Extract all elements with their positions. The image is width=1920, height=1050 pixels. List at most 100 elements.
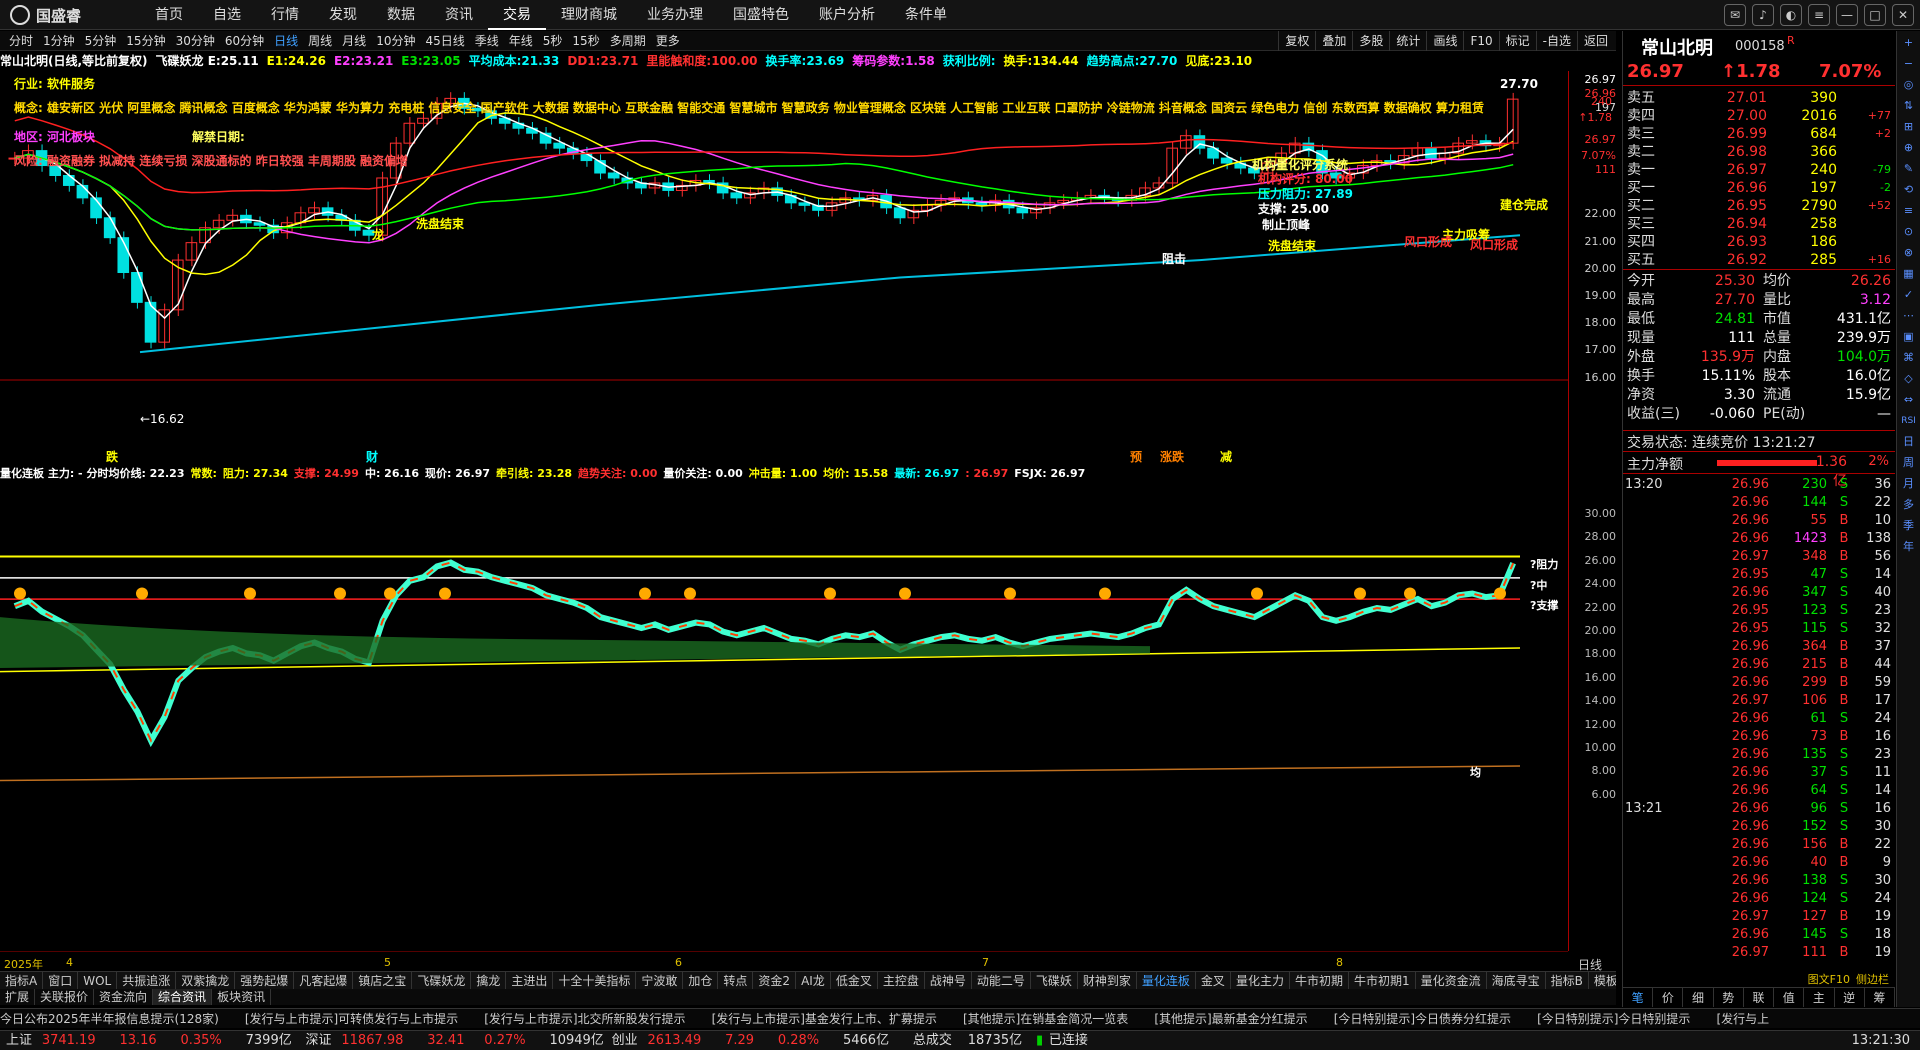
news-item-5[interactable]: [其他提示]最新基金分红提示 xyxy=(1154,1012,1307,1026)
period-tab-5[interactable]: 60分钟 xyxy=(220,31,269,51)
orderbook-row[interactable]: 买二 26.95 2790 +52 xyxy=(1627,197,1891,215)
news-item-4[interactable]: [其他提示]在销基金简况一览表 xyxy=(963,1012,1128,1026)
sh-index-name[interactable]: 上证 xyxy=(6,1033,32,1048)
message-icon[interactable]: ✉ xyxy=(1724,4,1746,26)
period-tab-3[interactable]: 15分钟 xyxy=(121,31,170,51)
tool-button-2[interactable]: 多股 xyxy=(1352,31,1389,51)
indicator-tab-18[interactable]: 主控盘 xyxy=(878,972,925,989)
indicator-tab-19[interactable]: 战神号 xyxy=(925,972,972,989)
panel-tab-6[interactable]: 主 xyxy=(1804,988,1835,1007)
indicator-tab-27[interactable]: 牛市初期1 xyxy=(1349,972,1416,989)
minimize-icon[interactable]: — xyxy=(1836,4,1858,26)
orderbook-row[interactable]: 买三 26.94 258 xyxy=(1627,215,1891,233)
side-tool-icon-9[interactable]: ⊙ xyxy=(1900,223,1918,241)
side-tool-icon-2[interactable]: ◎ xyxy=(1900,76,1918,94)
menu-item-9[interactable]: 国盛特色 xyxy=(718,0,804,30)
panel-tab-1[interactable]: 价 xyxy=(1653,988,1684,1007)
period-tab-16[interactable]: 更多 xyxy=(651,31,685,51)
indicator-tab-31[interactable]: 模板 xyxy=(1589,972,1616,989)
orderbook-row[interactable]: 卖四 27.00 2016 +77 xyxy=(1627,107,1891,125)
indicator-tab-30[interactable]: 指标B xyxy=(1546,972,1589,989)
period-tab-14[interactable]: 15秒 xyxy=(567,31,604,51)
tool-button-0[interactable]: 复权 xyxy=(1278,31,1315,51)
side-tool-icon-5[interactable]: ⊕ xyxy=(1900,139,1918,157)
orderbook-row[interactable]: 卖三 26.99 684 +2 xyxy=(1627,125,1891,143)
side-label-0[interactable]: RSI xyxy=(1900,412,1918,430)
side-period-2[interactable]: 月 xyxy=(1900,475,1918,493)
orderbook-row[interactable]: 买一 26.96 197 -2 xyxy=(1627,179,1891,197)
menu-item-0[interactable]: 首页 xyxy=(140,0,198,30)
indicator-tab-11[interactable]: 十全十美指标 xyxy=(553,972,637,989)
period-tab-10[interactable]: 45日线 xyxy=(420,31,469,51)
indicator-tab-29[interactable]: 海底寻宝 xyxy=(1487,972,1546,989)
side-tool-icon-7[interactable]: ⟲ xyxy=(1900,181,1918,199)
period-tab-4[interactable]: 30分钟 xyxy=(171,31,220,51)
news-item-8[interactable]: [发行与上 xyxy=(1716,1012,1769,1026)
orderbook-row[interactable]: 卖五 27.01 390 xyxy=(1627,89,1891,107)
indicator-tab-0[interactable]: 指标A xyxy=(0,972,44,989)
panel-tab-4[interactable]: 联 xyxy=(1744,988,1775,1007)
bottom-tab-3[interactable]: 综合资讯 xyxy=(153,989,213,1005)
side-tool-icon-0[interactable]: + xyxy=(1900,34,1918,52)
menu-item-7[interactable]: 理财商城 xyxy=(546,0,632,30)
indicator-tab-14[interactable]: 转点 xyxy=(718,972,754,989)
indicator-tab-25[interactable]: 量化主力 xyxy=(1231,972,1290,989)
bottom-tab-4[interactable]: 板块资讯 xyxy=(212,989,272,1005)
orderbook-row[interactable]: 卖二 26.98 366 xyxy=(1627,143,1891,161)
period-tab-2[interactable]: 5分钟 xyxy=(80,31,122,51)
panel-tab-5[interactable]: 值 xyxy=(1774,988,1805,1007)
bottom-tab-2[interactable]: 资金流向 xyxy=(94,989,154,1005)
indicator-tab-16[interactable]: AI龙 xyxy=(796,972,831,989)
indicator-tab-21[interactable]: 飞碟妖 xyxy=(1031,972,1078,989)
menu-item-10[interactable]: 账户分析 xyxy=(804,0,890,30)
side-tool-icon-3[interactable]: ⇅ xyxy=(1900,97,1918,115)
indicator-tab-17[interactable]: 低金叉 xyxy=(831,972,878,989)
indicator-tab-4[interactable]: 双紫擒龙 xyxy=(176,972,236,989)
menu-item-11[interactable]: 条件单 xyxy=(890,0,962,30)
indicator-tab-2[interactable]: WOL xyxy=(78,972,118,989)
tool-button-7[interactable]: -自选 xyxy=(1535,31,1577,51)
side-period-0[interactable]: 日 xyxy=(1900,433,1918,451)
maximize-icon[interactable]: □ xyxy=(1864,4,1886,26)
side-period-5[interactable]: 年 xyxy=(1900,538,1918,556)
side-tool-icon-16[interactable]: ◇ xyxy=(1900,370,1918,388)
indicator-tab-10[interactable]: 主进出 xyxy=(506,972,554,989)
side-tool-icon-13[interactable]: ⋯ xyxy=(1900,307,1918,325)
period-tab-13[interactable]: 5秒 xyxy=(538,31,568,51)
indicator-tab-22[interactable]: 财神到家 xyxy=(1078,972,1137,989)
period-tab-6[interactable]: 日线 xyxy=(269,31,303,51)
menu-item-1[interactable]: 自选 xyxy=(198,0,256,30)
panel-tab-3[interactable]: 势 xyxy=(1714,988,1744,1007)
skin-icon[interactable]: ◐ xyxy=(1780,4,1802,26)
menu-item-5[interactable]: 资讯 xyxy=(430,0,488,30)
indicator-tab-26[interactable]: 牛市初期 xyxy=(1290,972,1349,989)
tab-sidebar[interactable]: 侧边栏 xyxy=(1856,971,1889,987)
period-tab-0[interactable]: 分时 xyxy=(4,31,38,51)
side-period-3[interactable]: 多 xyxy=(1900,496,1918,514)
orderbook-row[interactable]: 买四 26.93 186 xyxy=(1627,233,1891,251)
panel-tab-0[interactable]: 笔 xyxy=(1623,988,1654,1007)
menu-item-2[interactable]: 行情 xyxy=(256,0,314,30)
indicator-tab-8[interactable]: 飞碟妖龙 xyxy=(412,972,472,989)
news-item-0[interactable]: 今日公布2025年半年报信息提示(128家) xyxy=(0,1012,219,1026)
period-tab-7[interactable]: 周线 xyxy=(303,31,337,51)
side-tool-icon-1[interactable]: − xyxy=(1900,55,1918,73)
menu-item-8[interactable]: 业务办理 xyxy=(632,0,718,30)
close-icon[interactable]: ✕ xyxy=(1892,4,1914,26)
side-tool-icon-12[interactable]: ✓ xyxy=(1900,286,1918,304)
side-tool-icon-6[interactable]: ✎ xyxy=(1900,160,1918,178)
kline-chart[interactable] xyxy=(0,72,1568,952)
tool-button-1[interactable]: 叠加 xyxy=(1315,31,1352,51)
period-tab-8[interactable]: 月线 xyxy=(337,31,371,51)
menu-item-6[interactable]: 交易 xyxy=(488,0,546,30)
side-period-1[interactable]: 周 xyxy=(1900,454,1918,472)
bottom-tab-1[interactable]: 关联报价 xyxy=(35,989,95,1005)
side-tool-icon-4[interactable]: ⊞ xyxy=(1900,118,1918,136)
indicator-tab-5[interactable]: 强势起爆 xyxy=(235,972,295,989)
side-tool-icon-17[interactable]: ⇔ xyxy=(1900,391,1918,409)
tool-button-8[interactable]: 返回 xyxy=(1576,31,1614,51)
side-tool-icon-10[interactable]: ⊗ xyxy=(1900,244,1918,262)
news-item-3[interactable]: [发行与上市提示]基金发行上市、扩募提示 xyxy=(712,1012,937,1026)
orderbook-row[interactable]: 买五 26.92 285 +16 xyxy=(1627,251,1891,269)
indicator-tab-1[interactable]: 窗口 xyxy=(43,972,79,989)
